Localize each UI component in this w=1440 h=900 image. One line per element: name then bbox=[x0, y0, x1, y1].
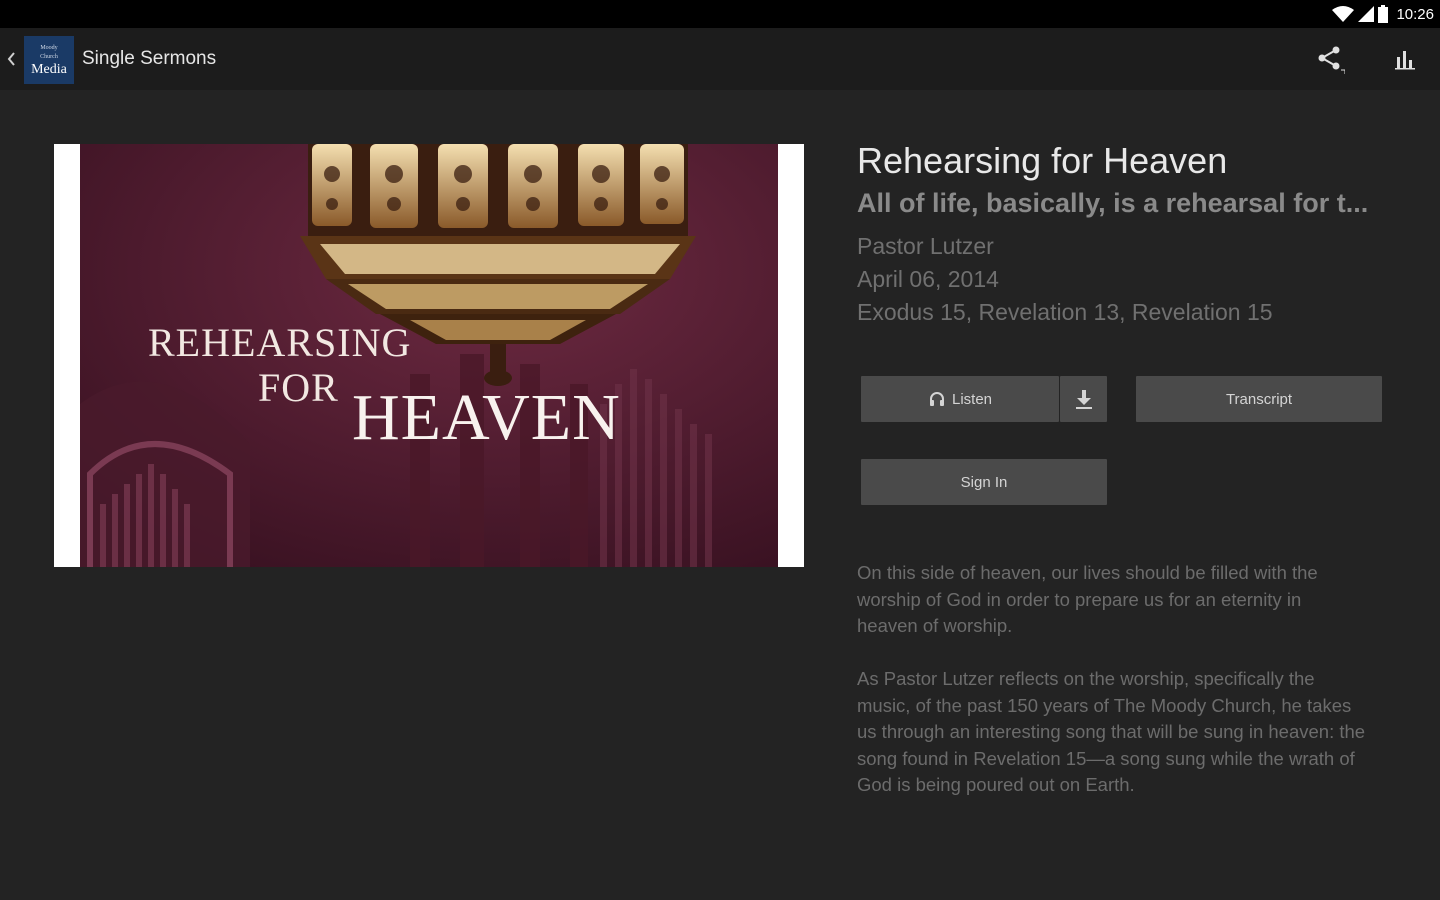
sermon-references: Exodus 15, Revelation 13, Revelation 15 bbox=[857, 299, 1273, 325]
action-bar: Moody Church Media Single Sermons bbox=[0, 28, 1440, 90]
share-button[interactable] bbox=[1313, 42, 1347, 76]
logo-text-bottom: Media bbox=[31, 62, 68, 77]
status-icons: 10:26 bbox=[1332, 4, 1434, 24]
description-paragraph-1: On this side of heaven, our lives should… bbox=[857, 562, 1318, 636]
transcript-label: Transcript bbox=[1225, 390, 1293, 408]
wifi-icon bbox=[1332, 6, 1355, 22]
transcript-button[interactable]: Transcript bbox=[1136, 376, 1382, 422]
sermon-subtitle: All of life, basically, is a rehearsal f… bbox=[857, 188, 1369, 218]
sign-in-button[interactable]: Sign In bbox=[861, 459, 1107, 505]
signal-icon bbox=[1358, 6, 1375, 22]
app-logo[interactable]: Moody Church Media bbox=[24, 36, 74, 84]
app-title: Single Sermons bbox=[82, 48, 217, 69]
battery-icon bbox=[1378, 5, 1389, 23]
sermon-title: Rehearsing for Heaven bbox=[857, 140, 1228, 181]
logo-text-mid: Church bbox=[40, 54, 58, 60]
back-chevron-icon[interactable] bbox=[4, 47, 18, 71]
download-button[interactable] bbox=[1060, 376, 1107, 422]
sermon-date: April 06, 2014 bbox=[857, 266, 999, 292]
headphones-icon bbox=[928, 390, 946, 408]
listen-button[interactable]: Listen bbox=[861, 376, 1059, 422]
artwork-image: REHEARSING FOR HEAVEN bbox=[80, 144, 778, 567]
sermon-speaker: Pastor Lutzer bbox=[857, 233, 994, 259]
download-icon bbox=[1075, 390, 1092, 409]
logo-graphic: Moody Church Media bbox=[24, 36, 74, 84]
description-paragraph-2: As Pastor Lutzer reflects on the worship… bbox=[857, 668, 1366, 795]
artwork-title-line2: FOR bbox=[258, 365, 339, 410]
share-icon bbox=[1318, 46, 1345, 74]
artwork-title-line3: HEAVEN bbox=[352, 381, 621, 454]
listen-label: Listen bbox=[951, 390, 993, 408]
status-time: 10:26 bbox=[1396, 5, 1434, 23]
status-bar: 10:26 bbox=[0, 0, 1440, 28]
sermon-artwork: REHEARSING FOR HEAVEN bbox=[54, 144, 804, 567]
artwork-title-line1: REHEARSING bbox=[148, 320, 412, 365]
stats-button[interactable] bbox=[1388, 42, 1422, 76]
sign-in-label: Sign In bbox=[960, 473, 1008, 491]
logo-text-top: Moody bbox=[40, 45, 57, 51]
stats-icon bbox=[1395, 51, 1415, 70]
